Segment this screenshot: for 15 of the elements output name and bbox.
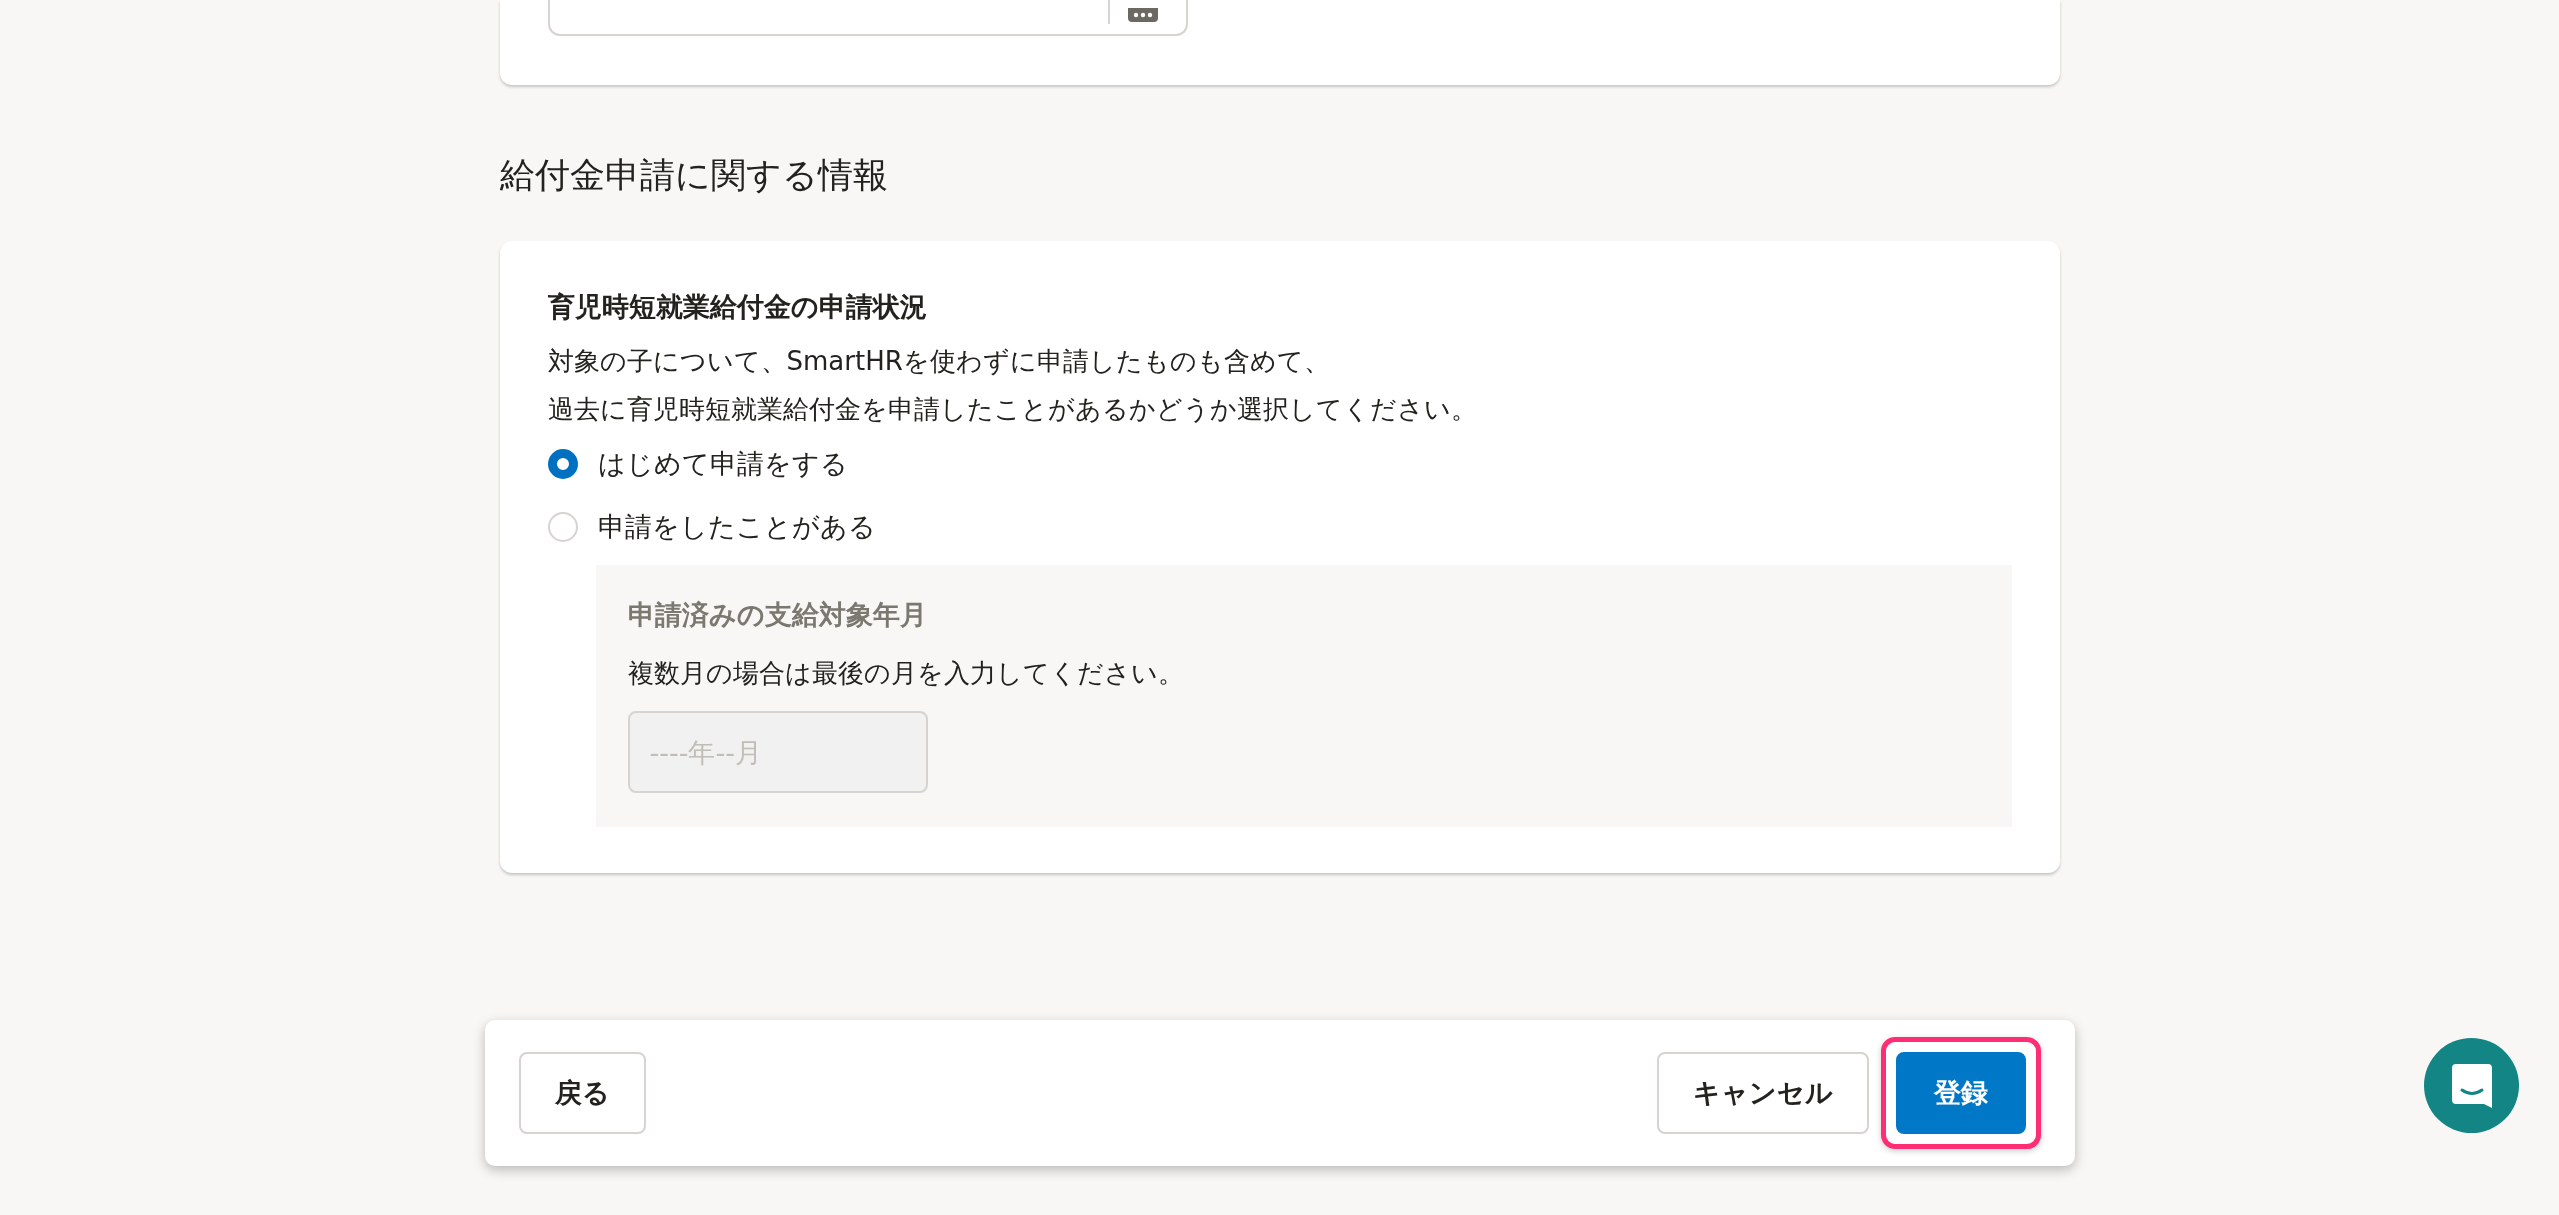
radio-option[interactable]: はじめて申請をする <box>547 441 848 486</box>
field-label: 育児時短就業給付金の申請状況 <box>547 290 928 324</box>
radio-button[interactable] <box>547 448 578 479</box>
section-heading: 給付金申請に関する情報 <box>499 155 889 195</box>
cancel-button[interactable]: キャンセル <box>1656 1052 1869 1134</box>
description-text: 対象の子について、SmartHRを使わずに申請したものも含めて、 <box>547 345 1331 378</box>
calendar-icon[interactable] <box>1127 8 1158 22</box>
description-text: 過去に育児時短就業給付金を申請したことがあるかどうか選択してください。 <box>547 393 1478 426</box>
hint-text: 複数月の場合は最後の月を入力してください。 <box>627 657 1185 690</box>
chat-icon <box>2451 1063 2492 1108</box>
back-button[interactable]: 戻る <box>518 1052 646 1134</box>
date-field[interactable] <box>547 0 1188 36</box>
field-label: 申請済みの支給対象年月 <box>627 598 928 632</box>
register-button[interactable]: 登録 <box>1895 1052 2026 1134</box>
radio-option[interactable]: 申請をしたことがある <box>547 504 876 549</box>
